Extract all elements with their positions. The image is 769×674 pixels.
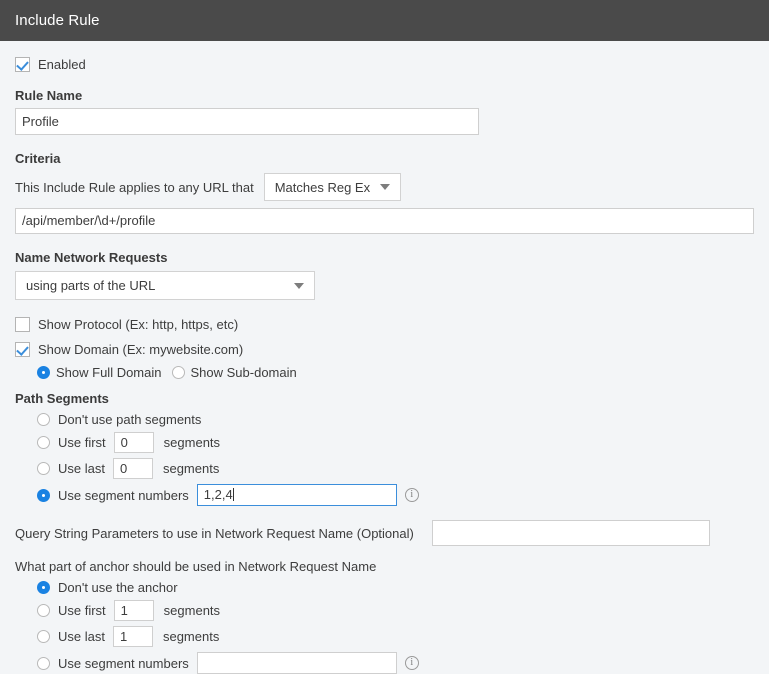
anchor-first-row[interactable]: Use first 1 segments <box>37 600 754 621</box>
enabled-label: Enabled <box>38 57 86 72</box>
radio-anchor-none[interactable] <box>37 581 50 594</box>
radio-show-sub-domain[interactable] <box>171 366 185 379</box>
enabled-checkbox[interactable] <box>15 57 30 72</box>
radio-anchor-use-first[interactable] <box>37 604 50 617</box>
anchor-none-label: Don't use the anchor <box>58 580 178 595</box>
match-type-select[interactable]: Matches Reg Ex <box>263 173 401 201</box>
rule-name-input[interactable]: Profile <box>15 108 479 135</box>
criteria-row: This Include Rule applies to any URL tha… <box>15 173 754 201</box>
show-protocol-checkbox[interactable] <box>15 317 30 332</box>
radio-path-use-first[interactable] <box>37 436 50 449</box>
name-mode-select[interactable]: using parts of the URL <box>15 271 315 300</box>
path-seg-numbers-row[interactable]: Use segment numbers 1,2,4 i <box>37 484 754 506</box>
name-network-requests-label: Name Network Requests <box>15 250 168 265</box>
path-last-segments-word: segments <box>162 461 220 476</box>
query-string-input[interactable] <box>431 520 710 546</box>
path-seg-none-row[interactable]: Don't use path segments <box>37 412 754 427</box>
enabled-row[interactable]: Enabled <box>15 57 754 72</box>
criteria-prefix-text: This Include Rule applies to any URL tha… <box>15 179 254 195</box>
show-protocol-row[interactable]: Show Protocol (Ex: http, https, etc) <box>15 317 754 332</box>
path-seg-first-row[interactable]: Use first 0 segments <box>37 432 754 453</box>
query-string-row: Query String Parameters to use in Networ… <box>15 520 754 546</box>
path-first-count-value: 0 <box>120 435 128 450</box>
anchor-segment-numbers-input[interactable] <box>196 652 397 674</box>
url-pattern-input[interactable]: /api/member/\d+/profile <box>15 208 754 234</box>
path-last-count-input[interactable]: 0 <box>112 458 153 479</box>
radio-path-use-segment-numbers[interactable] <box>37 488 50 502</box>
path-segment-numbers-input[interactable]: 1,2,4 <box>196 484 397 506</box>
path-seg-last-row[interactable]: Use last 0 segments <box>37 458 754 479</box>
rule-name-label: Rule Name <box>15 88 83 103</box>
domain-scope-group: Show Full Domain Show Sub-domain <box>37 365 754 380</box>
show-protocol-label: Show Protocol (Ex: http, https, etc) <box>38 317 239 332</box>
match-type-value: Matches Reg Ex <box>274 179 371 195</box>
radio-path-use-last[interactable] <box>37 462 50 475</box>
path-segment-numbers-value: 1,2,4 <box>203 487 233 502</box>
show-full-domain-label: Show Full Domain <box>56 365 162 380</box>
info-circle-icon[interactable]: i <box>404 488 419 502</box>
path-first-count-input[interactable]: 0 <box>113 432 154 453</box>
anchor-last-count-input[interactable]: 1 <box>112 626 153 647</box>
radio-anchor-use-last[interactable] <box>37 630 50 643</box>
anchor-none-row[interactable]: Don't use the anchor <box>37 580 754 595</box>
query-string-label: Query String Parameters to use in Networ… <box>15 525 414 541</box>
name-mode-value: using parts of the URL <box>26 278 156 293</box>
info-circle-icon[interactable]: i <box>404 656 419 670</box>
show-domain-row[interactable]: Show Domain (Ex: mywebsite.com) <box>15 342 754 357</box>
rule-name-value: Profile <box>22 114 59 129</box>
rule-form: Enabled Rule Name Profile Criteria This … <box>0 57 769 674</box>
path-no-segments-label: Don't use path segments <box>58 412 202 427</box>
anchor-segment-numbers-label: Use segment numbers <box>58 655 189 671</box>
anchor-last-row[interactable]: Use last 1 segments <box>37 626 754 647</box>
anchor-use-first-label: Use first <box>58 603 106 618</box>
radio-anchor-use-segment-numbers[interactable] <box>37 656 50 670</box>
chevron-down-icon <box>379 184 390 190</box>
anchor-first-count-input[interactable]: 1 <box>113 600 154 621</box>
show-domain-checkbox[interactable] <box>15 342 30 357</box>
chevron-down-icon <box>294 282 304 289</box>
anchor-first-segments-word: segments <box>163 603 221 618</box>
path-use-last-label: Use last <box>58 461 105 476</box>
anchor-first-count-value: 1 <box>120 603 128 618</box>
criteria-label: Criteria <box>15 151 61 166</box>
show-sub-domain-label: Show Sub-domain <box>190 365 297 380</box>
window-titlebar: Include Rule <box>0 0 769 41</box>
path-last-count-value: 0 <box>119 461 128 476</box>
path-segment-numbers-label: Use segment numbers <box>58 487 189 503</box>
anchor-label: What part of anchor should be used in Ne… <box>15 559 377 574</box>
anchor-last-segments-word: segments <box>162 629 220 644</box>
anchor-last-count-value: 1 <box>119 629 128 644</box>
path-segments-label: Path Segments <box>15 391 109 406</box>
anchor-numbers-row[interactable]: Use segment numbers i <box>37 652 754 674</box>
radio-show-full-domain[interactable] <box>37 366 50 379</box>
url-pattern-value: /api/member/\d+/profile <box>22 213 156 228</box>
window-title: Include Rule <box>15 12 100 29</box>
radio-path-no-segments[interactable] <box>37 413 50 426</box>
path-use-first-label: Use first <box>58 435 106 450</box>
path-first-segments-word: segments <box>163 435 221 450</box>
show-domain-label: Show Domain (Ex: mywebsite.com) <box>38 342 244 357</box>
text-cursor <box>232 488 234 501</box>
anchor-use-last-label: Use last <box>58 629 105 644</box>
